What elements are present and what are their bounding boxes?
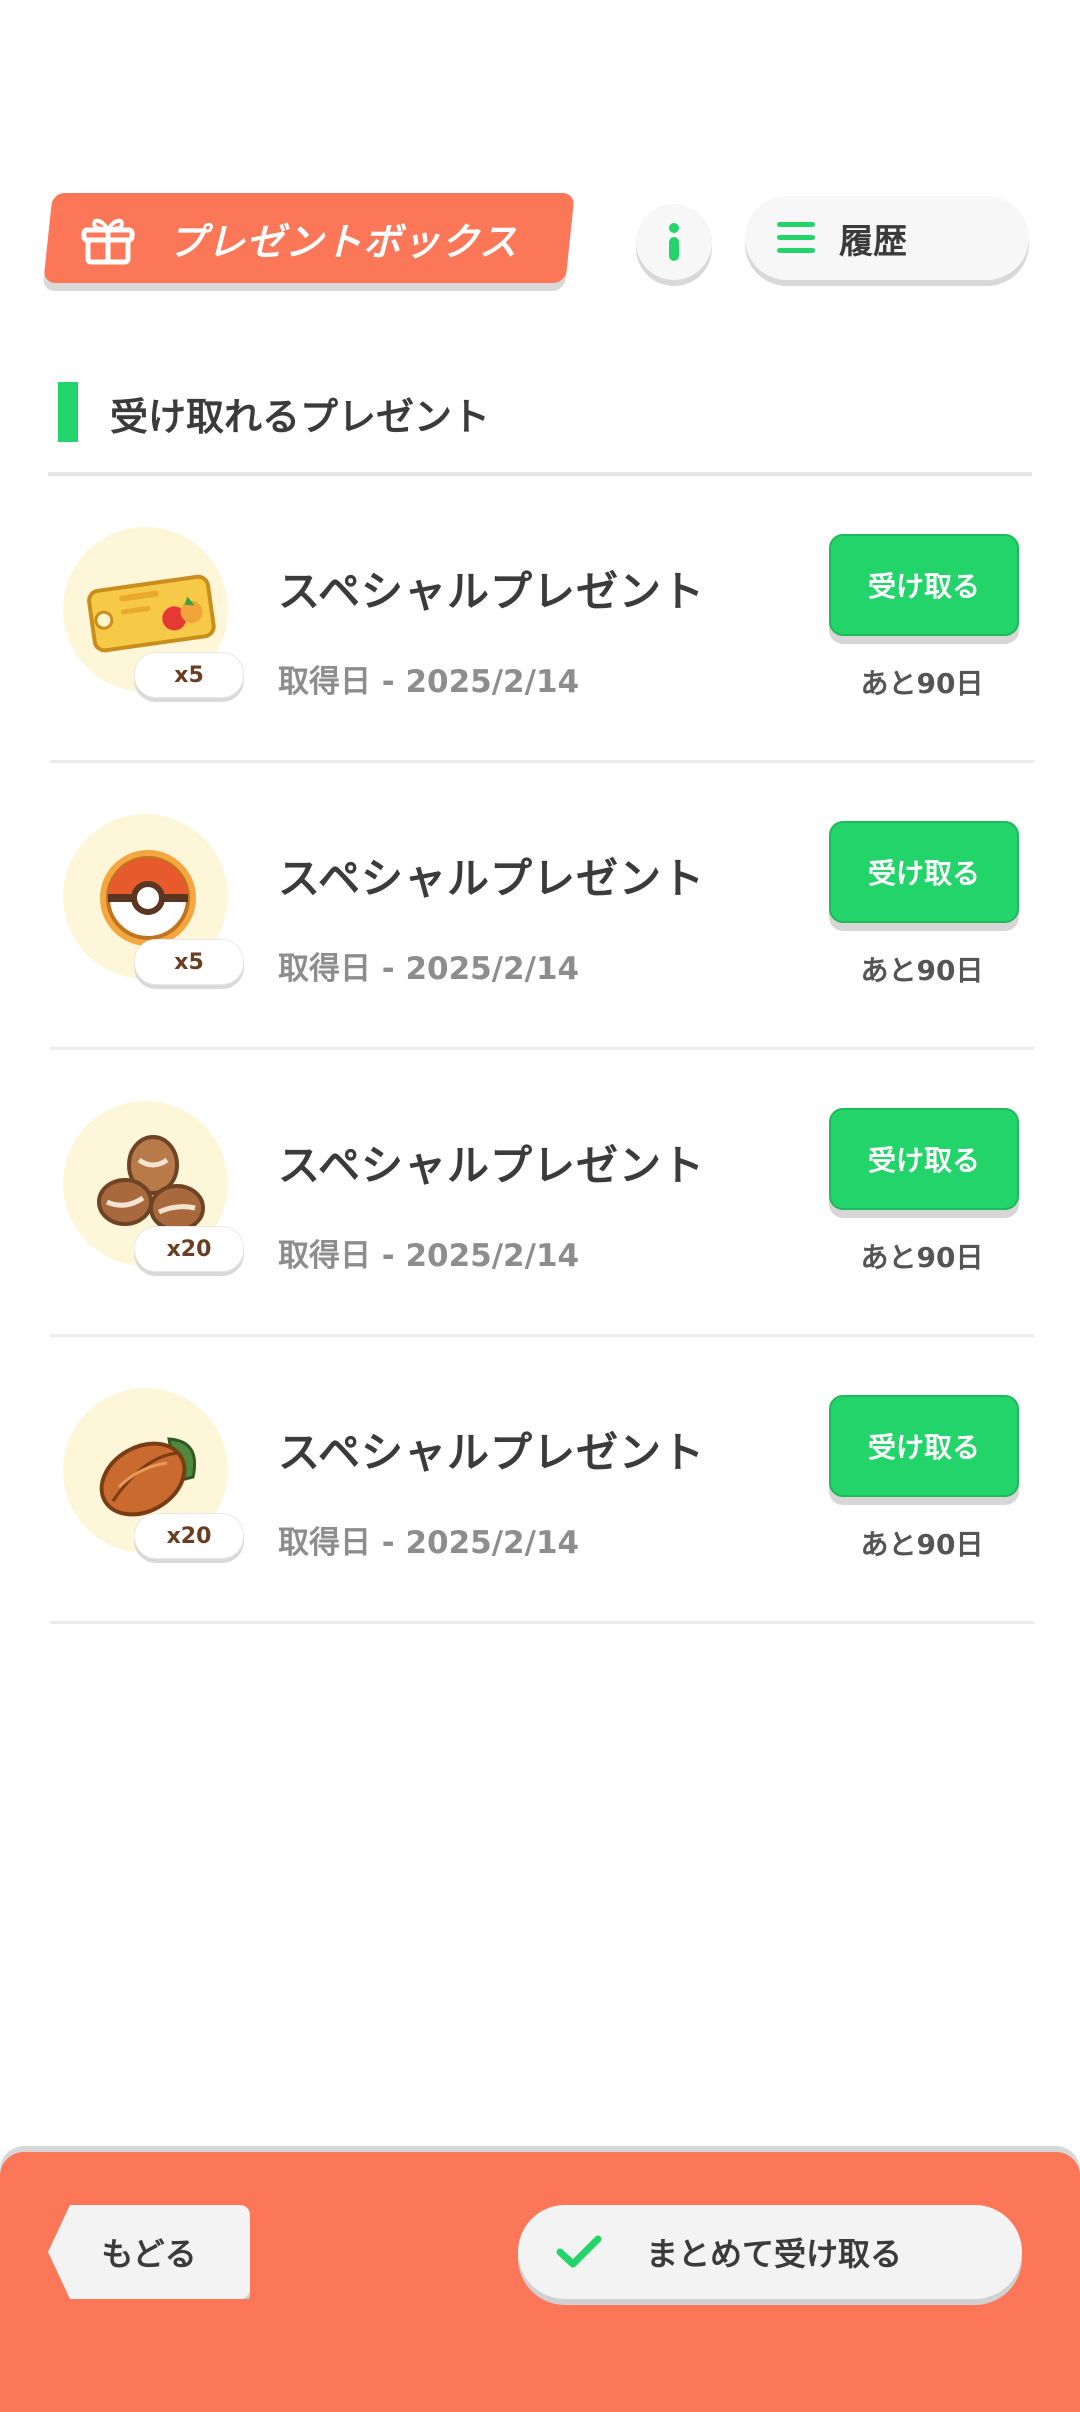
gift-icon (81, 218, 135, 265)
info-button[interactable] (636, 204, 712, 280)
list-item: x20 スペシャルプレゼント 取得日 - 2025/2/14 受け取る あと90… (0, 1337, 1080, 1624)
list-item: x20 スペシャルプレゼント 取得日 - 2025/2/14 受け取る あと90… (0, 1050, 1080, 1337)
quantity-badge: x20 (134, 1513, 244, 1559)
quantity-badge: x5 (134, 939, 244, 985)
item-name: スペシャルプレゼント (278, 567, 706, 616)
present-list: x5 スペシャルプレゼント 取得日 - 2025/2/14 受け取る あと90日… (0, 476, 1080, 1624)
item-name: スペシャルプレゼント (278, 1141, 706, 1190)
item-date: 取得日 - 2025/2/14 (278, 951, 580, 987)
item-name: スペシャルプレゼント (278, 854, 706, 903)
remaining-days: あと90日 (860, 1241, 984, 1274)
receive-all-label: まとめて受け取る (646, 2235, 903, 2273)
menu-icon (777, 222, 815, 253)
quantity-badge: x5 (134, 652, 244, 698)
remaining-days: あと90日 (860, 954, 984, 987)
quantity-badge: x20 (134, 1226, 244, 1272)
receive-button[interactable]: 受け取る (829, 534, 1019, 636)
section-accent-bar (58, 382, 78, 442)
item-date: 取得日 - 2025/2/14 (278, 1238, 580, 1274)
item-date: 取得日 - 2025/2/14 (278, 664, 580, 700)
remaining-days: あと90日 (860, 1528, 984, 1561)
title-banner: プレゼントボックス (48, 193, 570, 283)
info-icon (669, 223, 679, 261)
item-name: スペシャルプレゼント (278, 1428, 706, 1477)
remaining-days: あと90日 (860, 667, 984, 700)
list-item: x5 スペシャルプレゼント 取得日 - 2025/2/14 受け取る あと90日 (0, 763, 1080, 1050)
row-divider (50, 1621, 1034, 1624)
item-date: 取得日 - 2025/2/14 (278, 1525, 580, 1561)
receive-button[interactable]: 受け取る (829, 821, 1019, 923)
receive-all-button[interactable]: まとめて受け取る (518, 2205, 1022, 2299)
receive-button[interactable]: 受け取る (829, 1108, 1019, 1210)
back-button[interactable]: もどる (48, 2205, 250, 2299)
receive-button[interactable]: 受け取る (829, 1395, 1019, 1497)
list-item: x5 スペシャルプレゼント 取得日 - 2025/2/14 受け取る あと90日 (0, 476, 1080, 763)
page-title: プレゼントボックス (168, 219, 518, 264)
check-icon (556, 2235, 602, 2268)
history-button[interactable]: 履歴 (745, 196, 1029, 280)
section-title: 受け取れるプレゼント (110, 395, 491, 439)
history-label: 履歴 (839, 221, 907, 262)
